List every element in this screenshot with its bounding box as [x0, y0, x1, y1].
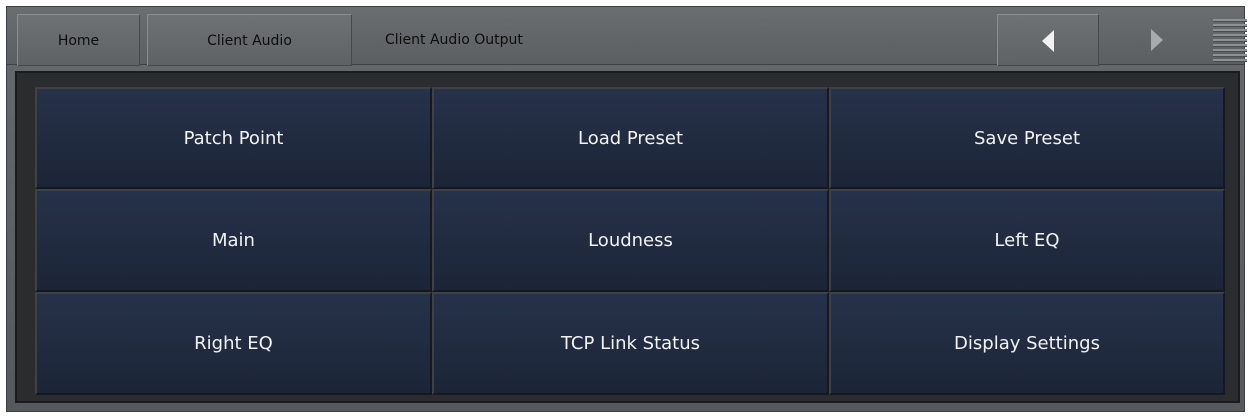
- triangle-left-icon: [1042, 30, 1054, 52]
- triangle-right-icon: [1151, 29, 1163, 51]
- app-window: Home Client Audio Client Audio Output Pa…: [0, 0, 1253, 418]
- breadcrumb-current-page: Client Audio Output: [385, 32, 523, 48]
- breadcrumb-home-button[interactable]: Home: [17, 14, 140, 66]
- main-button[interactable]: Main: [35, 189, 432, 292]
- forward-button[interactable]: [1109, 14, 1205, 66]
- breadcrumb-client-audio-button[interactable]: Client Audio: [147, 14, 352, 66]
- header-bar: Home Client Audio Client Audio Output: [7, 7, 1247, 66]
- save-preset-button[interactable]: Save Preset: [829, 87, 1225, 189]
- loudness-button[interactable]: Loudness: [432, 189, 829, 292]
- display-settings-button[interactable]: Display Settings: [829, 292, 1225, 395]
- left-eq-button[interactable]: Left EQ: [829, 189, 1225, 292]
- menu-grid: Patch Point Load Preset Save Preset Main…: [35, 87, 1225, 395]
- load-preset-button[interactable]: Load Preset: [432, 87, 829, 189]
- right-eq-button[interactable]: Right EQ: [35, 292, 432, 395]
- back-button[interactable]: [997, 14, 1099, 66]
- tcp-link-status-button[interactable]: TCP Link Status: [432, 292, 829, 395]
- menu-lines-icon[interactable]: [1213, 19, 1247, 63]
- patch-point-button[interactable]: Patch Point: [35, 87, 432, 189]
